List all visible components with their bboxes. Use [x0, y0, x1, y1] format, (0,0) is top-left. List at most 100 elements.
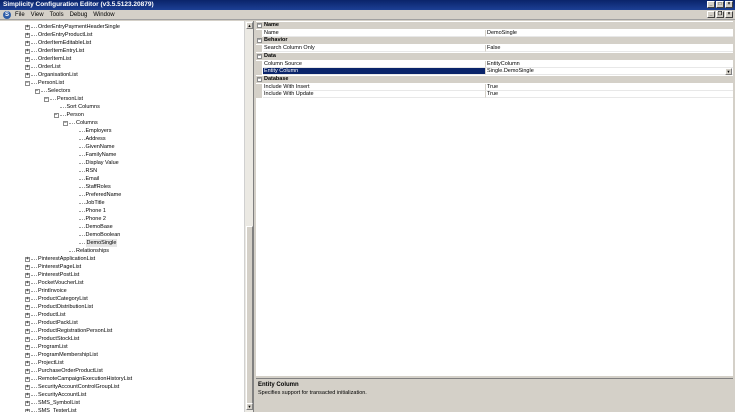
- property-value[interactable]: True: [485, 83, 733, 91]
- tree-item[interactable]: + OrderItemEditableList: [0, 39, 244, 47]
- menu-file[interactable]: File: [15, 12, 25, 18]
- collapse-icon[interactable]: −: [257, 76, 262, 82]
- tree-item[interactable]: + ProductDistributionList: [0, 303, 244, 311]
- property-name[interactable]: Include With Insert: [263, 84, 485, 91]
- property-category[interactable]: − Database: [256, 75, 733, 83]
- tree-item[interactable]: Sort Columns: [0, 103, 244, 111]
- property-name[interactable]: Name: [263, 30, 485, 37]
- tree-item[interactable]: Address: [0, 135, 244, 143]
- property-value[interactable]: False: [485, 45, 733, 53]
- tree-item[interactable]: DemoSingle: [0, 239, 244, 247]
- scroll-up-icon[interactable]: ▲: [246, 22, 253, 29]
- expand-icon[interactable]: +: [25, 272, 30, 278]
- tree-item[interactable]: − Columns: [0, 119, 244, 127]
- expand-icon[interactable]: +: [25, 408, 30, 412]
- tree-item[interactable]: + ProductList: [0, 311, 244, 319]
- tree-item[interactable]: − PersonList: [0, 95, 244, 103]
- tree-item[interactable]: − Person: [0, 111, 244, 119]
- tree-item[interactable]: + ProductStockList: [0, 335, 244, 343]
- tree-item[interactable]: DemoBoolean: [0, 231, 244, 239]
- expand-icon[interactable]: +: [25, 48, 30, 54]
- property-value[interactable]: True: [485, 91, 733, 99]
- property-category[interactable]: − Data: [256, 52, 733, 60]
- tree-item[interactable]: + OrganisationList: [0, 71, 244, 79]
- property-value[interactable]: DemoSingle: [485, 29, 733, 37]
- tree-item[interactable]: StaffRoles: [0, 183, 244, 191]
- expand-icon[interactable]: +: [25, 288, 30, 294]
- collapse-icon[interactable]: −: [25, 80, 30, 86]
- property-row[interactable]: Name DemoSingle: [256, 29, 733, 37]
- collapse-icon[interactable]: −: [257, 53, 262, 59]
- tree-item[interactable]: + PinterestPostList: [0, 271, 244, 279]
- scroll-thumb[interactable]: [246, 226, 253, 406]
- maximize-icon[interactable]: □: [716, 1, 724, 8]
- tree-item[interactable]: − Selectors: [0, 87, 244, 95]
- collapse-icon[interactable]: −: [53, 112, 59, 118]
- dropdown-arrow-icon[interactable]: ▼: [725, 68, 732, 76]
- tree-item[interactable]: Phone 1: [0, 207, 244, 215]
- minimize-icon[interactable]: _: [707, 1, 715, 8]
- app-logo-icon[interactable]: S: [3, 11, 11, 19]
- property-row[interactable]: Column Source EntityColumn: [256, 60, 733, 68]
- collapse-icon[interactable]: −: [257, 38, 262, 44]
- expand-icon[interactable]: +: [25, 56, 30, 62]
- expand-icon[interactable]: +: [25, 40, 30, 46]
- tree-item[interactable]: − PersonList: [0, 79, 244, 87]
- tree-item[interactable]: GivenName: [0, 143, 244, 151]
- expand-icon[interactable]: +: [25, 328, 30, 334]
- property-name[interactable]: Column Source: [263, 61, 485, 68]
- expand-icon[interactable]: +: [25, 336, 30, 342]
- expand-icon[interactable]: +: [25, 32, 30, 38]
- tree-item[interactable]: + PocketVoucherList: [0, 279, 244, 287]
- tree-item[interactable]: Email: [0, 175, 244, 183]
- expand-icon[interactable]: +: [25, 280, 30, 286]
- expand-icon[interactable]: +: [25, 392, 30, 398]
- close-icon[interactable]: ×: [725, 1, 733, 8]
- property-row[interactable]: Include With Insert True: [256, 83, 733, 91]
- property-value[interactable]: Single.DemoSingle ▼: [485, 68, 733, 76]
- expand-icon[interactable]: +: [25, 72, 30, 78]
- expand-icon[interactable]: +: [25, 304, 30, 310]
- tree-item[interactable]: + OrderItemEntryList: [0, 47, 244, 55]
- tree-item[interactable]: + ProgramMembershipList: [0, 351, 244, 359]
- menu-window[interactable]: Window: [93, 12, 114, 18]
- tree-item[interactable]: Phone 2: [0, 215, 244, 223]
- tree-item[interactable]: + OrderEntryPaymentHeaderSingle: [0, 23, 244, 31]
- expand-icon[interactable]: +: [25, 360, 30, 366]
- tree-item[interactable]: + SMS_SymbolList: [0, 399, 244, 407]
- tree-item[interactable]: + ProgramList: [0, 343, 244, 351]
- property-name[interactable]: Include With Update: [263, 91, 485, 99]
- menu-debug[interactable]: Debug: [70, 12, 88, 18]
- tree-item[interactable]: + ProductRegistrationPersonList: [0, 327, 244, 335]
- property-name[interactable]: Entity Column: [263, 68, 485, 76]
- tree-item[interactable]: PreferedName: [0, 191, 244, 199]
- property-category[interactable]: − Name: [256, 22, 733, 29]
- expand-icon[interactable]: +: [25, 320, 30, 326]
- tree-item[interactable]: Relationships: [0, 247, 244, 255]
- tree-item[interactable]: RSN: [0, 167, 244, 175]
- expand-icon[interactable]: +: [25, 376, 30, 382]
- mdi-close-icon[interactable]: ×: [725, 11, 733, 18]
- tree-item[interactable]: + RemoteCampaignExecutionHistoryList: [0, 375, 244, 383]
- tree-item[interactable]: Employers: [0, 127, 244, 135]
- mdi-restore-icon[interactable]: ❐: [716, 11, 724, 18]
- tree-item[interactable]: + PinterestPageList: [0, 263, 244, 271]
- tree-item[interactable]: + OrderItemList: [0, 55, 244, 63]
- collapse-icon[interactable]: −: [34, 88, 40, 94]
- expand-icon[interactable]: +: [25, 296, 30, 302]
- tree-item[interactable]: DemoBase: [0, 223, 244, 231]
- tree-item[interactable]: + PrintInvoice: [0, 287, 244, 295]
- expand-icon[interactable]: +: [25, 384, 30, 390]
- tree-item[interactable]: + PinterestApplicationList: [0, 255, 244, 263]
- tree-item[interactable]: + PurchaseOrderProductList: [0, 367, 244, 375]
- property-row[interactable]: Include With Update True: [256, 91, 733, 99]
- property-name[interactable]: Search Column Only: [263, 45, 485, 53]
- tree-item[interactable]: + ProjectList: [0, 359, 244, 367]
- tree-item[interactable]: + ProductCategoryList: [0, 295, 244, 303]
- expand-icon[interactable]: +: [25, 400, 30, 406]
- tree-item[interactable]: + SecurityAccountControlGroupList: [0, 383, 244, 391]
- mdi-minimize-icon[interactable]: _: [707, 11, 715, 18]
- scroll-down-icon[interactable]: ▼: [246, 403, 253, 410]
- tree-item[interactable]: + SMS_TesterList: [0, 407, 244, 412]
- expand-icon[interactable]: +: [25, 64, 30, 70]
